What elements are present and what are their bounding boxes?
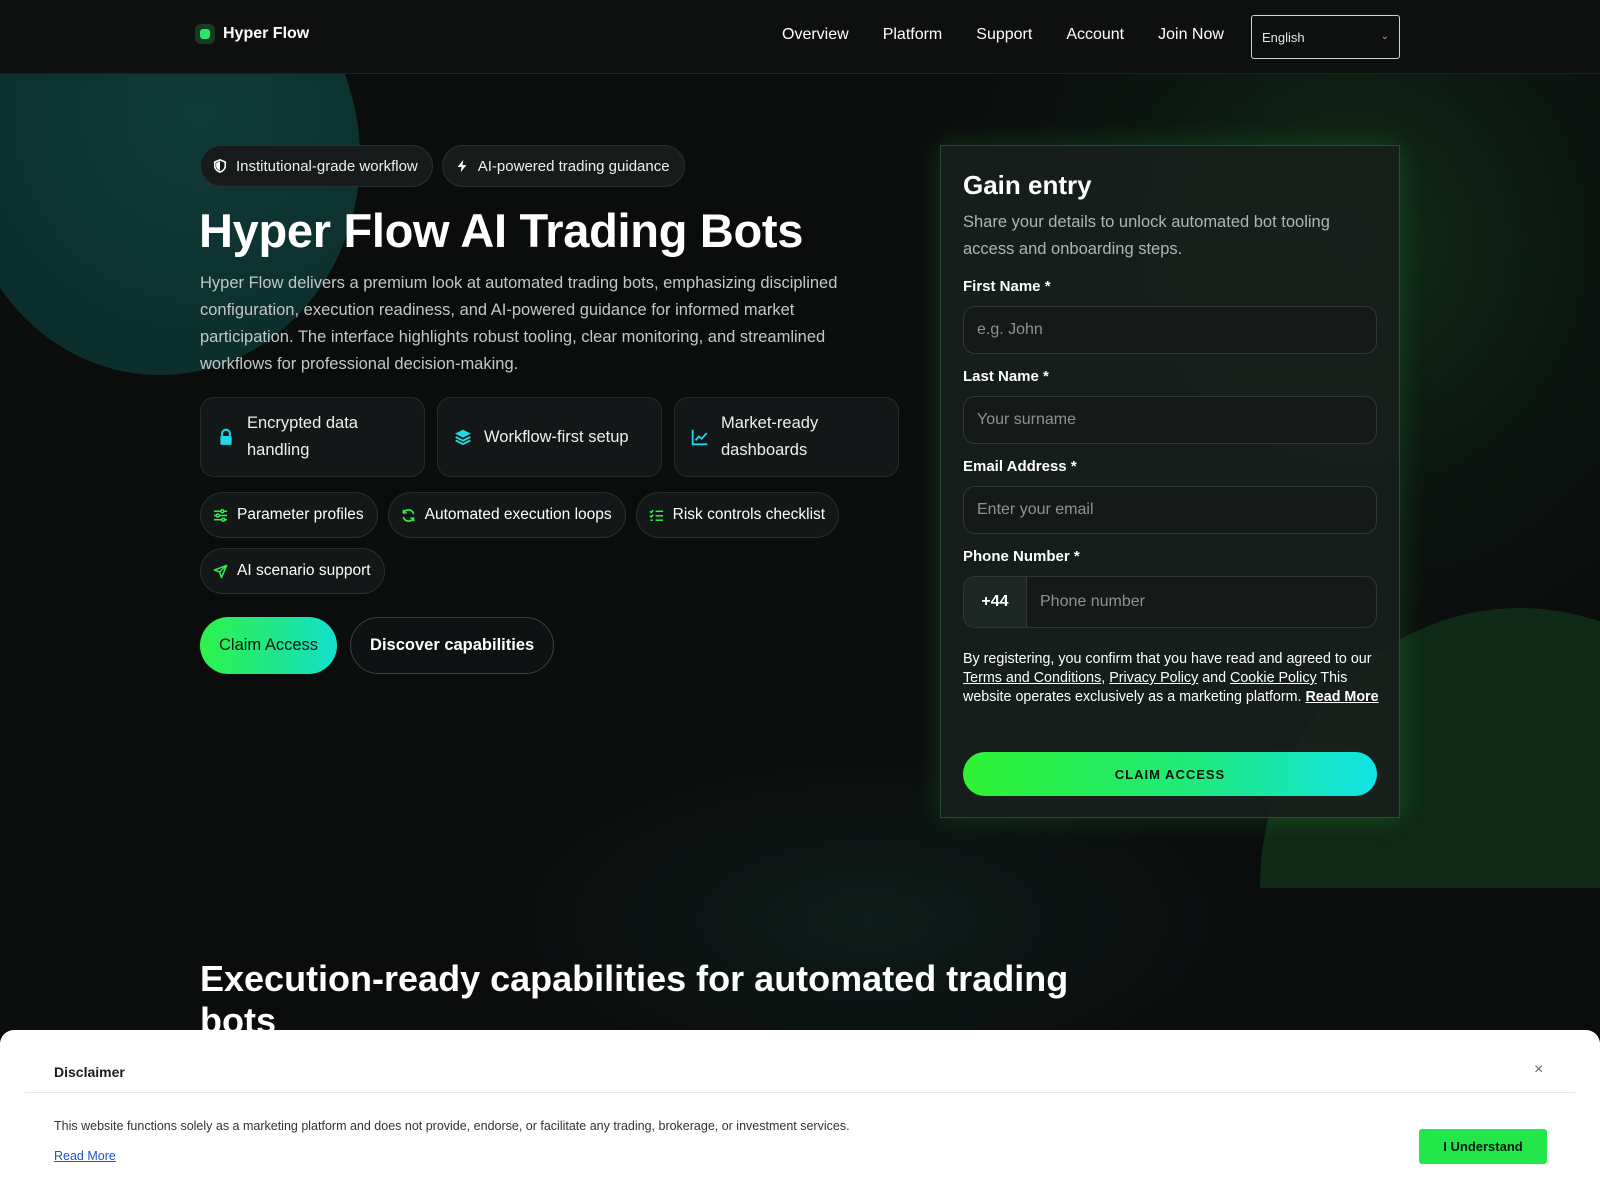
privacy-link[interactable]: Privacy Policy — [1109, 670, 1198, 686]
feature-label: Market-ready dashboards — [721, 414, 819, 459]
first-name-input[interactable] — [963, 306, 1377, 354]
disclaimer-banner: Disclaimer × This website functions sole… — [0, 1030, 1600, 1200]
chevron-down-icon: ⌄ — [1380, 31, 1389, 42]
page: Hyper Flow Overview Platform Support Acc… — [0, 0, 1600, 1200]
shield-icon — [213, 159, 227, 173]
disclaimer-read-more-link[interactable]: Read More — [54, 1149, 116, 1163]
logo-icon — [195, 24, 215, 44]
nav-overview[interactable]: Overview — [782, 26, 849, 44]
badge-institutional: Institutional-grade workflow — [200, 145, 433, 187]
site-header: Hyper Flow Overview Platform Support Acc… — [0, 0, 1600, 74]
language-select[interactable]: English ⌄ — [1251, 15, 1400, 59]
hero-title: Hyper Flow AI Trading Bots — [199, 204, 804, 257]
nav-platform[interactable]: Platform — [883, 26, 943, 44]
badge-label: AI-powered trading guidance — [477, 157, 670, 175]
lock-icon — [220, 428, 232, 445]
close-icon[interactable]: × — [1534, 1061, 1543, 1079]
brand-name: Hyper Flow — [223, 25, 310, 42]
sliders-icon — [213, 508, 228, 522]
phone-label: Phone Number * — [963, 548, 1080, 565]
legal-prefix: By registering, you confirm that you hav… — [963, 651, 1372, 667]
form-subtitle: Share your details to unlock automated b… — [963, 213, 1330, 258]
badge-label: Institutional-grade workflow — [236, 157, 418, 175]
chip-risk-controls: Risk controls checklist — [635, 492, 840, 538]
email-label: Email Address * — [963, 458, 1077, 475]
nav-join-now[interactable]: Join Now — [1158, 26, 1224, 44]
chart-line-icon — [691, 429, 708, 446]
feature-card-encryption: Encrypted data handling — [200, 397, 425, 477]
chip-label: Parameter profiles — [237, 506, 364, 523]
badge-ai-guidance: AI-powered trading guidance — [441, 145, 685, 187]
form-title: Gain entry — [963, 170, 1092, 200]
phone-field: +44 — [963, 576, 1377, 628]
registration-form-card: Gain entry Share your details to unlock … — [940, 145, 1400, 818]
nav-support[interactable]: Support — [976, 26, 1032, 44]
chip-label: Automated execution loops — [424, 506, 612, 523]
hero-cta-row: Claim Access Discover capabilities — [200, 617, 555, 674]
checklist-icon — [649, 509, 663, 521]
chip-ai-scenario: AI scenario support — [200, 548, 385, 594]
feature-card-dashboards: Market-ready dashboards — [674, 397, 899, 477]
claim-access-button[interactable]: Claim Access — [200, 617, 338, 674]
cookie-link[interactable]: Cookie Policy — [1230, 670, 1317, 686]
chip-label: AI scenario support — [237, 562, 371, 579]
legal-notice: By registering, you confirm that you hav… — [963, 650, 1379, 707]
read-more-link[interactable]: Read More — [1305, 689, 1378, 705]
terms-link[interactable]: Terms and Conditions — [963, 670, 1101, 686]
phone-country-code[interactable]: +44 — [964, 577, 1027, 627]
hero-description: Hyper Flow delivers a premium look at au… — [200, 274, 838, 373]
discover-capabilities-button[interactable]: Discover capabilities — [350, 617, 555, 674]
understand-button[interactable]: I Understand — [1419, 1129, 1547, 1164]
refresh-icon — [402, 508, 415, 522]
feature-label: Workflow-first setup — [484, 427, 629, 446]
feature-cards: Encrypted data handling Workflow-first s… — [200, 397, 899, 477]
last-name-label: Last Name * — [963, 368, 1049, 385]
brand[interactable]: Hyper Flow — [195, 24, 309, 44]
last-name-input[interactable] — [963, 396, 1377, 444]
language-value: English — [1262, 29, 1305, 45]
disclaimer-text: This website functions solely as a marke… — [54, 1119, 850, 1133]
main-nav: Overview Platform Support Account Join N… — [782, 26, 1224, 44]
feature-card-workflow: Workflow-first setup — [437, 397, 662, 477]
first-name-label: First Name * — [963, 278, 1051, 295]
hero-badges: Institutional-grade workflow AI-powered … — [200, 145, 685, 187]
phone-input[interactable] — [1027, 577, 1376, 627]
feature-label: Encrypted data handling — [247, 414, 358, 459]
capability-chips: Parameter profiles Automated execution l… — [200, 492, 900, 594]
send-icon — [213, 564, 228, 578]
disclaimer-title: Disclaimer — [54, 1064, 125, 1080]
form-submit-button[interactable]: CLAIM ACCESS — [963, 752, 1377, 796]
email-input[interactable] — [963, 486, 1377, 534]
nav-account[interactable]: Account — [1066, 26, 1124, 44]
chip-parameter-profiles: Parameter profiles — [200, 492, 378, 538]
chip-execution-loops: Automated execution loops — [387, 492, 626, 538]
legal-and: and — [1198, 670, 1231, 686]
layers-icon — [455, 429, 471, 446]
disclaimer-divider — [25, 1092, 1575, 1093]
chip-label: Risk controls checklist — [672, 506, 826, 523]
bolt-icon — [457, 159, 467, 173]
